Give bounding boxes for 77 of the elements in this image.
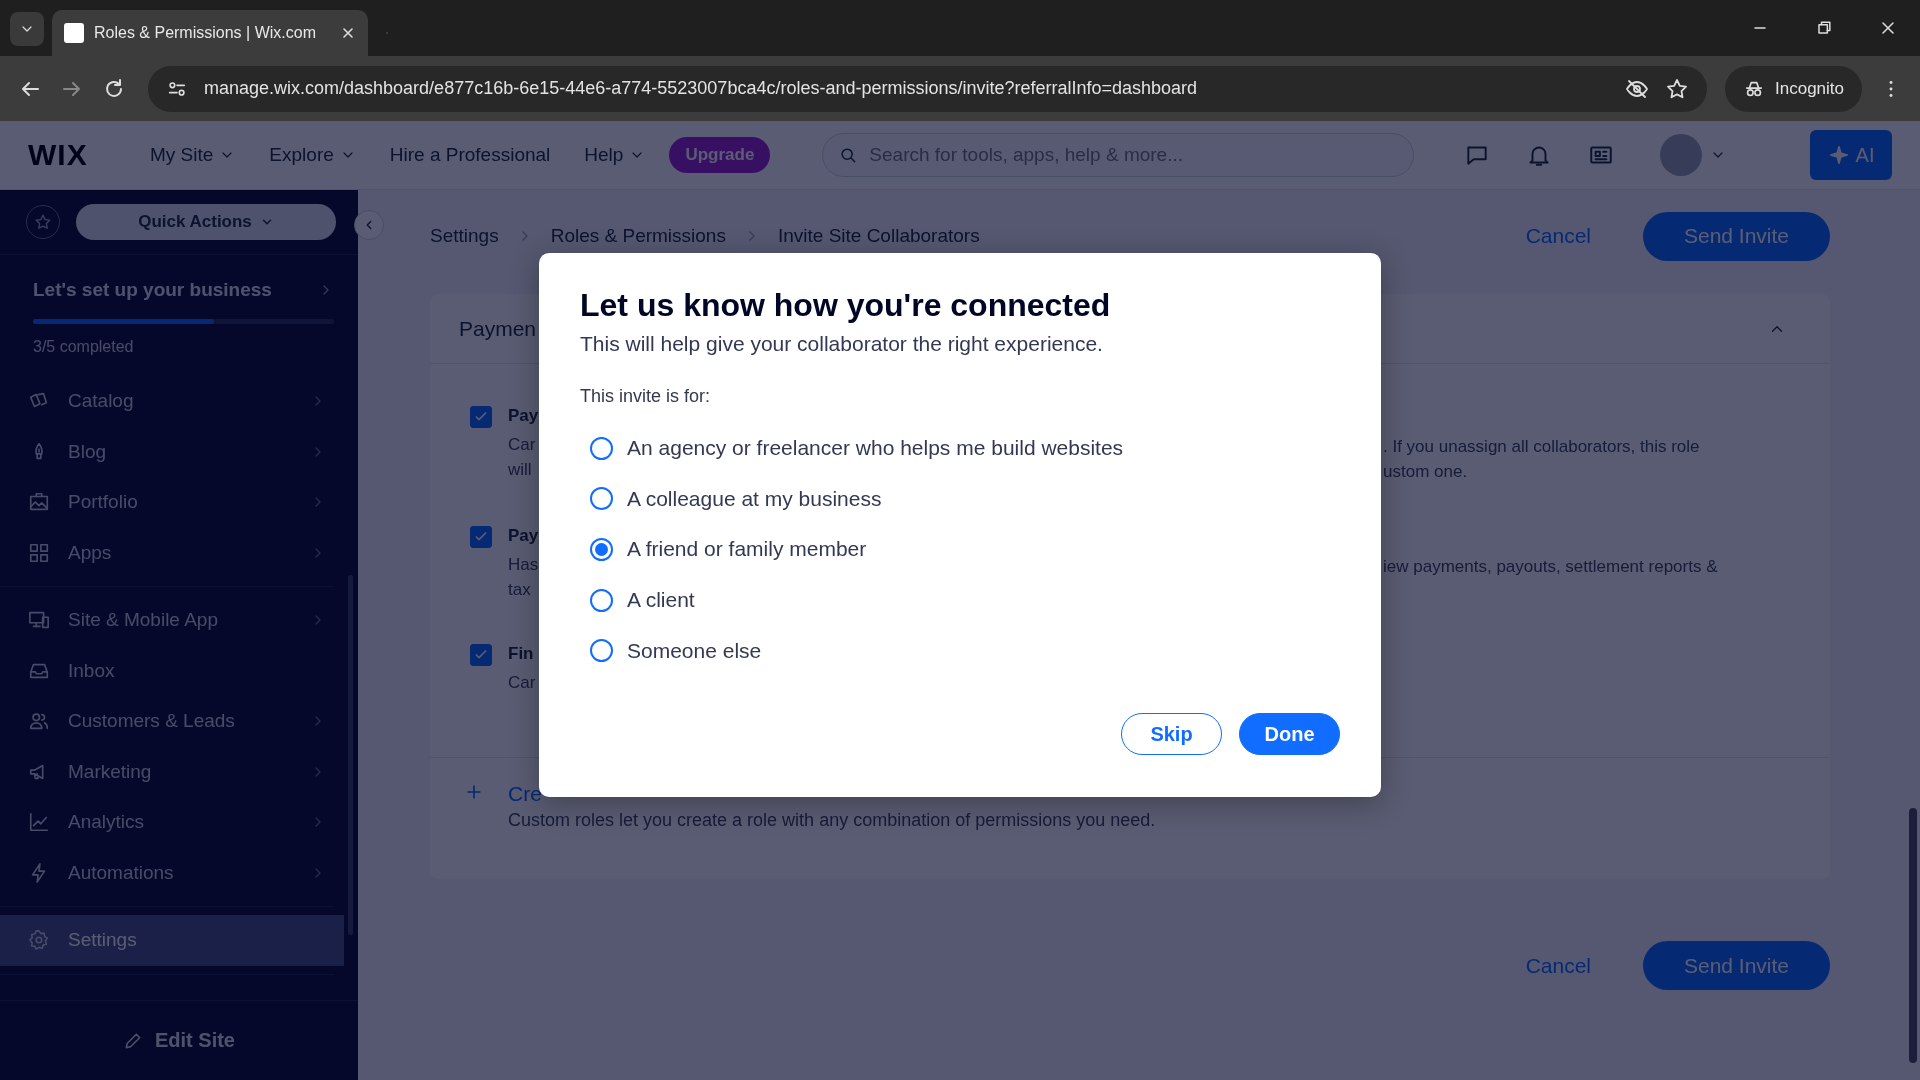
create-role-description: Custom roles let you create a role with any combination of permissions you need. (508, 810, 1157, 831)
incognito-label: Incognito (1775, 78, 1844, 99)
permission-description: Car (508, 434, 537, 456)
line-chart-icon (28, 811, 50, 834)
progress-text: 3/5 completed (33, 338, 135, 356)
done-button[interactable]: Done (1239, 713, 1340, 755)
settings-icon (28, 929, 50, 952)
star-icon (34, 213, 52, 231)
avatar-circle (1660, 134, 1703, 176)
sidebar-item[interactable]: Site & Mobile App (0, 595, 344, 646)
permission-description: ustom one. (1383, 461, 1469, 483)
sidebar-item[interactable]: Marketing (0, 746, 344, 797)
permission-title: Pay (508, 525, 539, 547)
scrollbar-thumb[interactable] (1909, 808, 1917, 1063)
sidebar-item[interactable]: Customers & Leads (0, 696, 344, 747)
radio-button[interactable] (590, 639, 613, 663)
radio-button[interactable] (590, 436, 613, 460)
breadcrumb-link[interactable]: Invite Site Collaborators (777, 225, 980, 247)
nav-menu-item[interactable]: My Site (140, 144, 246, 166)
sidebar-item[interactable]: Blog (0, 426, 344, 477)
skip-button[interactable]: Skip (1121, 713, 1222, 755)
sparkle-icon (1827, 144, 1850, 166)
url-text: manage.wix.com/dashboard/e877c16b-6e15-44e6-a774-5523007bca4c/roles-and-permissions/invite?referralInfo=dashboard (204, 78, 1199, 99)
radio-button[interactable] (590, 538, 613, 561)
sidebar-item[interactable]: Catalog (0, 376, 344, 427)
setup-link[interactable]: Let's set up your business (33, 279, 334, 301)
question-label: This invite is for: (580, 386, 712, 407)
sidebar-item[interactable]: Apps (0, 527, 344, 578)
star-icon[interactable] (1665, 76, 1689, 101)
collapse-sidebar-button[interactable] (354, 210, 384, 240)
permission-description: Car (508, 672, 537, 694)
permission-description: tax (508, 579, 532, 601)
permission-description: Has (508, 554, 539, 576)
sidebar-item[interactable]: Automations (0, 847, 344, 898)
close-icon[interactable] (340, 25, 356, 41)
breadcrumb-link[interactable]: Settings (430, 225, 499, 247)
wix-logo[interactable]: WIX (28, 138, 140, 172)
nav-menu-item[interactable]: Help (574, 144, 656, 166)
quick-actions-button[interactable]: Quick Actions (76, 204, 336, 240)
upgrade-button[interactable]: Upgrade (669, 137, 771, 173)
nav-menu-item[interactable]: Explore (259, 144, 366, 166)
radio-button[interactable] (590, 588, 613, 612)
send-invite-button[interactable]: Send Invite (1643, 211, 1830, 261)
sidebar-item[interactable]: Portfolio (0, 477, 344, 528)
permission-title: Fin (508, 643, 535, 665)
grid-icon (28, 541, 50, 564)
permission-checkbox[interactable] (470, 406, 492, 428)
incognito-indicator[interactable]: Incognito (1725, 65, 1862, 112)
dialog-title: Let us know how you're connected (580, 287, 1112, 324)
browser-tab[interactable]: Roles & Permissions | Wix.com (52, 10, 368, 56)
option-label[interactable]: An agency or freelancer who helps me build websites (627, 436, 1124, 461)
cancel-button[interactable]: Cancel (1497, 941, 1619, 990)
tab-title: Roles & Permissions | Wix.com (94, 24, 317, 42)
tab-list-button[interactable] (10, 12, 44, 46)
permission-description: iew payments, payouts, settlement reports & (1383, 556, 1719, 578)
permission-description: . If you unassign all collaborators, this role (1383, 436, 1701, 458)
breadcrumb-link[interactable]: Roles & Permissions (550, 225, 726, 247)
send-invite-button[interactable]: Send Invite (1643, 941, 1830, 990)
setup-title: Let's set up your business (33, 279, 272, 301)
permission-description: will (508, 459, 533, 481)
sidebar-item[interactable]: Analytics (0, 797, 344, 848)
permission-checkbox[interactable] (470, 526, 492, 548)
cancel-button[interactable]: Cancel (1497, 211, 1619, 261)
option-label[interactable]: A colleague at my business (627, 486, 882, 511)
radio-button[interactable] (590, 487, 613, 511)
permission-title: Pay (508, 405, 539, 427)
nav-menu-item[interactable]: Hire a Professional (379, 144, 561, 166)
sidebar-item[interactable]: Inbox (0, 645, 344, 696)
permission-checkbox[interactable] (470, 644, 492, 666)
edit-site-button[interactable]: Edit Site (0, 1000, 358, 1080)
ai-button[interactable]: AI (1810, 130, 1892, 180)
option-label[interactable]: A friend or family member (627, 537, 867, 562)
address-bar[interactable]: manage.wix.com/dashboard/e877c16b-6e15-44e6-a774-5523007bca4c/roles-and-permissions/invite?referralInfo=dashboard (148, 65, 1707, 112)
option-label[interactable]: A client (627, 588, 695, 613)
option-label[interactable]: Someone else (627, 638, 762, 663)
section-title: Paymen (459, 316, 537, 341)
dialog-subtitle: This will help give your collaborator the right experience. (580, 332, 1104, 356)
